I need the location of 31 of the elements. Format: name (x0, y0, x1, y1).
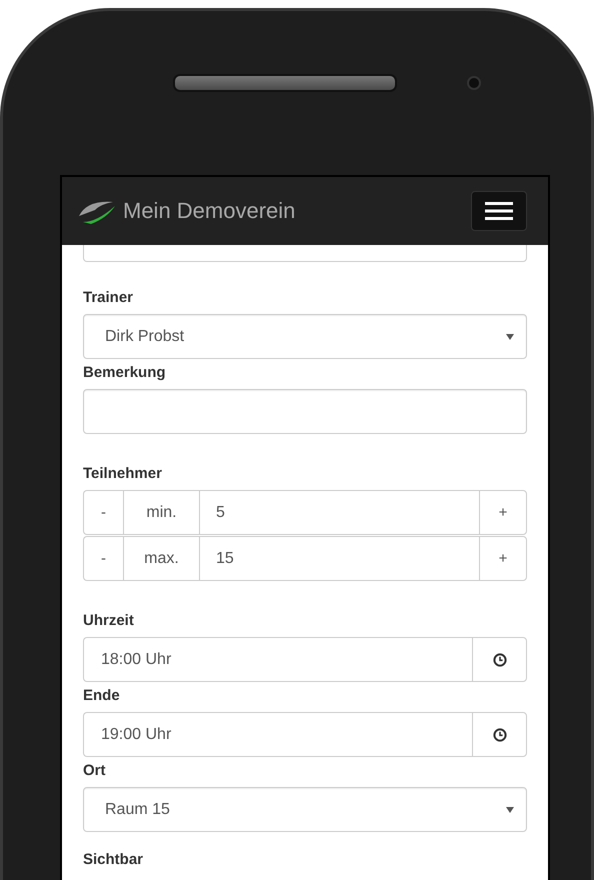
select-field[interactable]: Dirk Probst (83, 314, 527, 359)
select-field[interactable]: Raum 15 (83, 787, 527, 832)
time-field[interactable]: 19:00 Uhr (83, 712, 472, 757)
field-label: Sichtbar (83, 851, 144, 868)
caret-icon (506, 334, 514, 340)
number-field[interactable]: 15 (199, 536, 479, 581)
input-addon: max. (123, 536, 199, 581)
clock-button[interactable] (472, 712, 527, 757)
field-label: Bemerkung (83, 364, 167, 381)
clock-icon (492, 728, 506, 742)
field-label: Teilnehmer (83, 465, 163, 482)
brand-link[interactable]: Mein Demoverein (123, 198, 471, 224)
decrement-button[interactable]: - (83, 536, 123, 581)
camera-dot (467, 76, 481, 90)
text-field[interactable] (83, 389, 527, 434)
caret-icon (506, 806, 514, 812)
field-label: Uhrzeit (83, 612, 135, 629)
clock-button[interactable] (472, 637, 527, 682)
increment-button[interactable]: + (479, 490, 527, 535)
menu-icon (485, 202, 513, 220)
field-label: Ort (83, 762, 106, 779)
field-label: Trainer (83, 289, 134, 306)
clock-icon (492, 652, 506, 666)
field-label: Ende (83, 687, 121, 704)
increment-button[interactable]: + (479, 536, 527, 581)
input-addon: min. (123, 490, 199, 535)
menu-button[interactable] (471, 191, 527, 231)
decrement-button[interactable]: - (83, 490, 123, 535)
time-field[interactable]: 18:00 Uhr (83, 637, 472, 682)
number-field[interactable]: 5 (199, 490, 479, 535)
select-field[interactable] (83, 245, 527, 262)
